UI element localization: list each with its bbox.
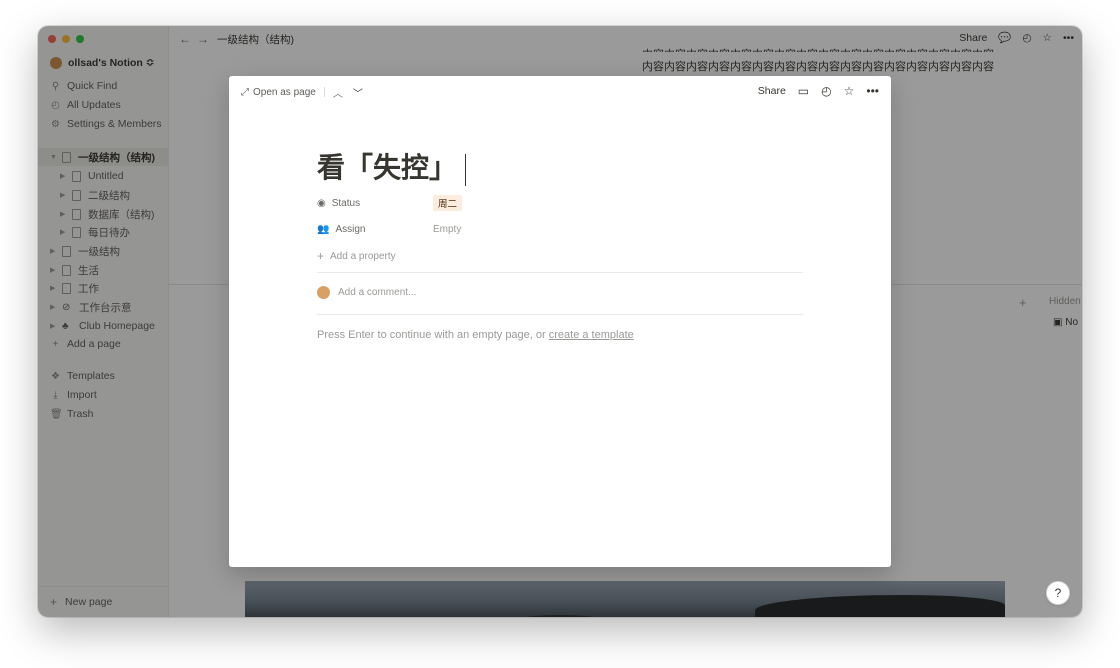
text-cursor <box>465 153 467 186</box>
page-title[interactable]: 看「失控」 <box>317 146 467 186</box>
more-icon[interactable]: ••• <box>866 84 879 98</box>
plus-icon: + <box>317 249 325 263</box>
modal-share-button[interactable]: Share <box>758 85 786 97</box>
add-property-label: Add a property <box>330 250 396 262</box>
open-as-page-label: Open as page <box>253 86 316 98</box>
person-icon: 👥 <box>317 223 330 235</box>
avatar <box>317 286 330 299</box>
help-button[interactable]: ? <box>1046 581 1070 605</box>
page-title-text: 看「失控」 <box>317 152 458 183</box>
assign-value[interactable]: Empty <box>433 224 461 235</box>
properties-divider <box>317 272 803 273</box>
star-icon[interactable]: ☆ <box>844 84 855 98</box>
comments-divider <box>317 314 803 315</box>
status-tag[interactable]: 周二 <box>433 195 463 211</box>
clock-icon[interactable]: ◴ <box>821 84 831 98</box>
create-template-link[interactable]: create a template <box>549 329 634 341</box>
comment-icon[interactable]: ▭ <box>798 84 809 98</box>
property-label: Assign <box>335 223 366 235</box>
modal-actions: Share ▭ ◴ ☆ ••• <box>758 84 879 98</box>
add-property: + Add a property <box>317 249 396 263</box>
property-status[interactable]: ◉ Status 周二 <box>317 193 805 213</box>
chevron-up-icon[interactable]: ︿ <box>333 85 343 100</box>
empty-page-hint: Press Enter to continue with an empty pa… <box>317 329 634 341</box>
add-property-button[interactable]: + Add a property <box>317 246 805 266</box>
property-label: Status <box>331 197 361 209</box>
status-icon: ◉ <box>317 197 326 209</box>
comment-input[interactable]: Add a comment... <box>338 287 416 298</box>
toolbar-separator <box>323 87 325 97</box>
modal-toolbar: ⤢ Open as page ︿ ﹀ Share ▭ ◴ ☆ ••• <box>241 84 879 100</box>
open-as-page-button[interactable]: ⤢ Open as page <box>241 87 316 98</box>
property-name: 👥 Assign <box>317 224 433 235</box>
hint-text: Press Enter to continue with an empty pa… <box>317 329 549 341</box>
page-peek-modal: ⤢ Open as page ︿ ﹀ Share ▭ ◴ ☆ ••• 看「失控」… <box>229 76 891 567</box>
expand-icon: ⤢ <box>241 86 249 98</box>
property-assign[interactable]: 👥 Assign Empty <box>317 219 805 239</box>
app-window: ollsad's Notion ≎ ⚲ Quick Find ◴ All Upd… <box>38 26 1082 617</box>
chevron-down-icon[interactable]: ﹀ <box>353 85 363 100</box>
property-name: ◉ Status <box>317 198 433 209</box>
comment-row[interactable]: Add a comment... <box>317 286 416 299</box>
